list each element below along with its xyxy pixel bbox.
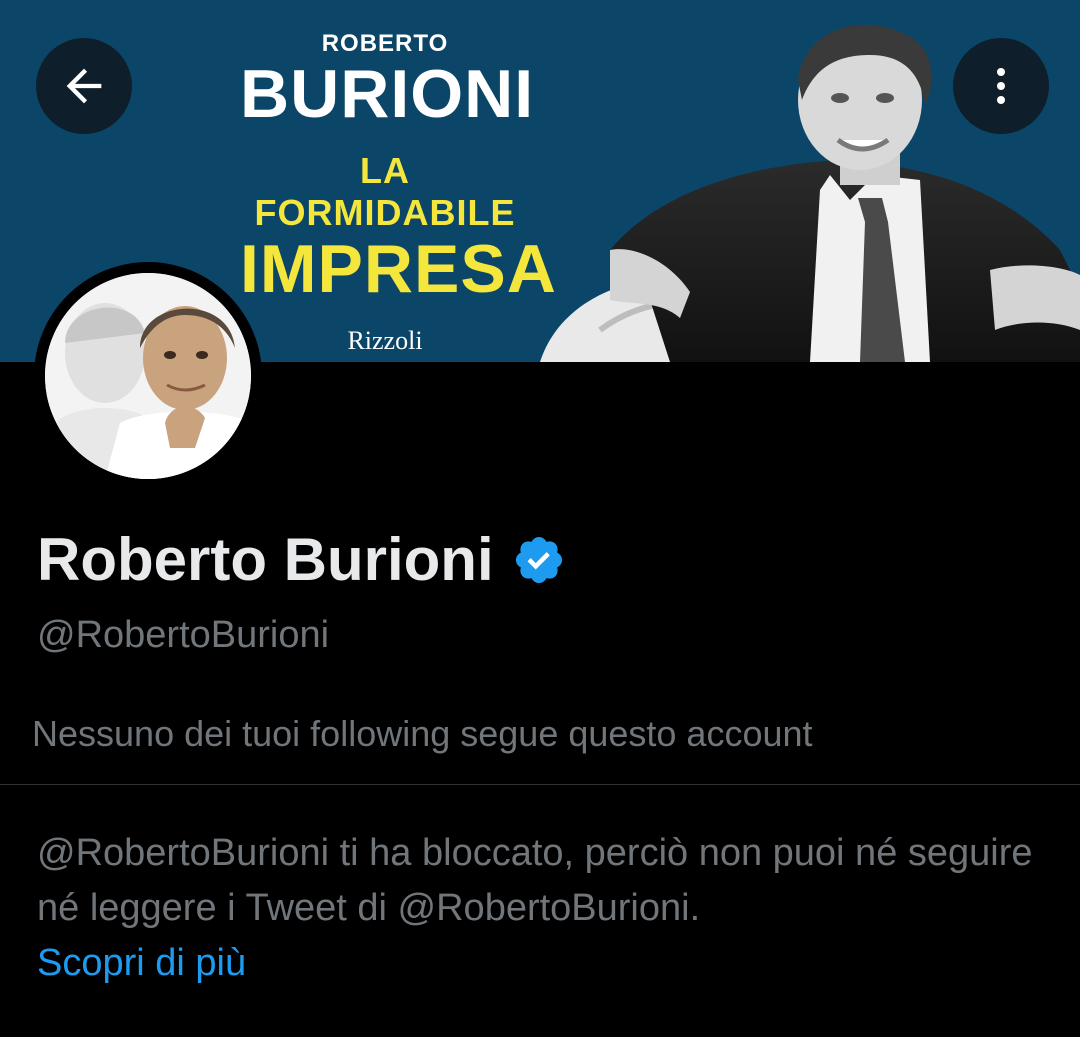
- more-vertical-icon: [997, 68, 1005, 104]
- banner-book-cover-text: ROBERTO BURIONI LA FORMIDABILE IMPRESA R…: [240, 30, 557, 356]
- divider: [0, 784, 1080, 785]
- followers-you-know-note: Nessuno dei tuoi following segue questo …: [32, 713, 813, 754]
- blocked-notice: @RobertoBurioni ti ha bloccato, perciò n…: [37, 826, 1047, 991]
- arrow-left-icon: [66, 68, 102, 104]
- blocked-message: @RobertoBurioni ti ha bloccato, perciò n…: [37, 832, 1033, 929]
- profile-avatar[interactable]: [34, 262, 262, 490]
- profile-name-row: Roberto Burioni: [37, 525, 566, 594]
- banner-publisher: Rizzoli: [347, 326, 423, 355]
- profile-name: Roberto Burioni: [37, 526, 494, 593]
- more-options-button[interactable]: [953, 38, 1049, 134]
- banner-author-first: ROBERTO: [321, 30, 449, 57]
- banner-title-line2: IMPRESA: [240, 231, 557, 307]
- back-button[interactable]: [36, 38, 132, 134]
- avatar-photo: [45, 273, 251, 479]
- learn-more-link[interactable]: Scopri di più: [37, 936, 1047, 991]
- verified-badge-icon: [515, 536, 562, 583]
- banner-title-line1: LA FORMIDABILE: [254, 150, 516, 233]
- profile-handle: @RobertoBurioni: [37, 614, 330, 656]
- banner-author-last: BURIONI: [240, 56, 535, 132]
